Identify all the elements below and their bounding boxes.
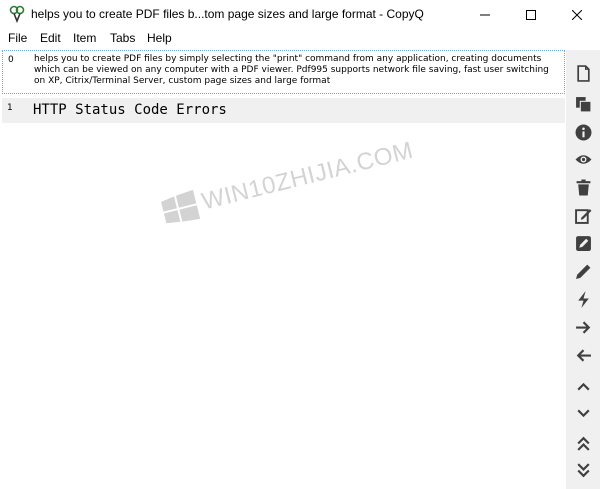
item-text: HTTP Status Code Errors <box>33 102 227 118</box>
arrow-left-icon <box>576 348 591 362</box>
move-back-button[interactable] <box>572 344 594 366</box>
item-index: 0 <box>8 55 14 65</box>
close-button[interactable] <box>554 0 600 29</box>
move-to-bottom-button[interactable] <box>572 459 594 481</box>
menu-item[interactable]: Item <box>73 31 96 45</box>
maximize-icon <box>526 9 536 20</box>
move-down-button[interactable] <box>572 402 594 424</box>
minimize-button[interactable] <box>462 0 508 29</box>
double-chevron-up-icon <box>576 436 590 451</box>
move-to-tab-button[interactable] <box>572 316 594 338</box>
new-item-icon <box>576 64 590 82</box>
edit-alt-icon <box>575 235 591 251</box>
close-icon <box>572 9 582 20</box>
menu-edit[interactable]: Edit <box>40 31 61 45</box>
delete-button[interactable] <box>572 176 594 198</box>
minimize-icon <box>480 14 490 15</box>
menu-bar: File Edit Item Tabs Help <box>0 29 600 48</box>
action-toolbar <box>566 50 600 489</box>
edit-button[interactable] <box>572 204 594 226</box>
preview-button[interactable] <box>572 148 594 170</box>
copy-icon <box>575 96 591 112</box>
menu-help[interactable]: Help <box>147 31 172 45</box>
chevron-down-icon <box>576 409 590 417</box>
action-button[interactable] <box>572 288 594 310</box>
edit-notes-button[interactable] <box>572 232 594 254</box>
info-button[interactable] <box>572 121 594 143</box>
maximize-button[interactable] <box>508 0 554 29</box>
chevron-up-icon <box>576 382 590 390</box>
clipboard-item-list[interactable]: 0 helps you to create PDF files by simpl… <box>2 50 565 487</box>
window-title: helps you to create PDF files b...tom pa… <box>31 7 424 21</box>
info-icon <box>575 124 591 140</box>
item-index: 1 <box>7 103 13 113</box>
pencil-icon <box>575 264 590 279</box>
move-to-top-button[interactable] <box>572 432 594 454</box>
move-up-button[interactable] <box>572 375 594 397</box>
rename-button[interactable] <box>572 260 594 282</box>
menu-file[interactable]: File <box>8 31 27 45</box>
arrow-right-icon <box>575 320 590 334</box>
item-text: helps you to create PDF files by simply … <box>34 54 549 86</box>
trash-icon <box>576 179 590 195</box>
menu-tabs[interactable]: Tabs <box>110 31 135 45</box>
title-bar: helps you to create PDF files b...tom pa… <box>0 0 600 29</box>
copyq-app-icon <box>9 5 25 23</box>
list-item[interactable]: 0 helps you to create PDF files by simpl… <box>2 50 565 94</box>
double-chevron-down-icon <box>576 462 590 477</box>
copy-button[interactable] <box>572 93 594 115</box>
list-item[interactable]: 1 HTTP Status Code Errors <box>2 98 565 123</box>
new-item-button[interactable] <box>572 62 594 84</box>
edit-icon <box>574 208 591 224</box>
eye-icon <box>575 154 591 164</box>
bolt-icon <box>577 290 589 308</box>
